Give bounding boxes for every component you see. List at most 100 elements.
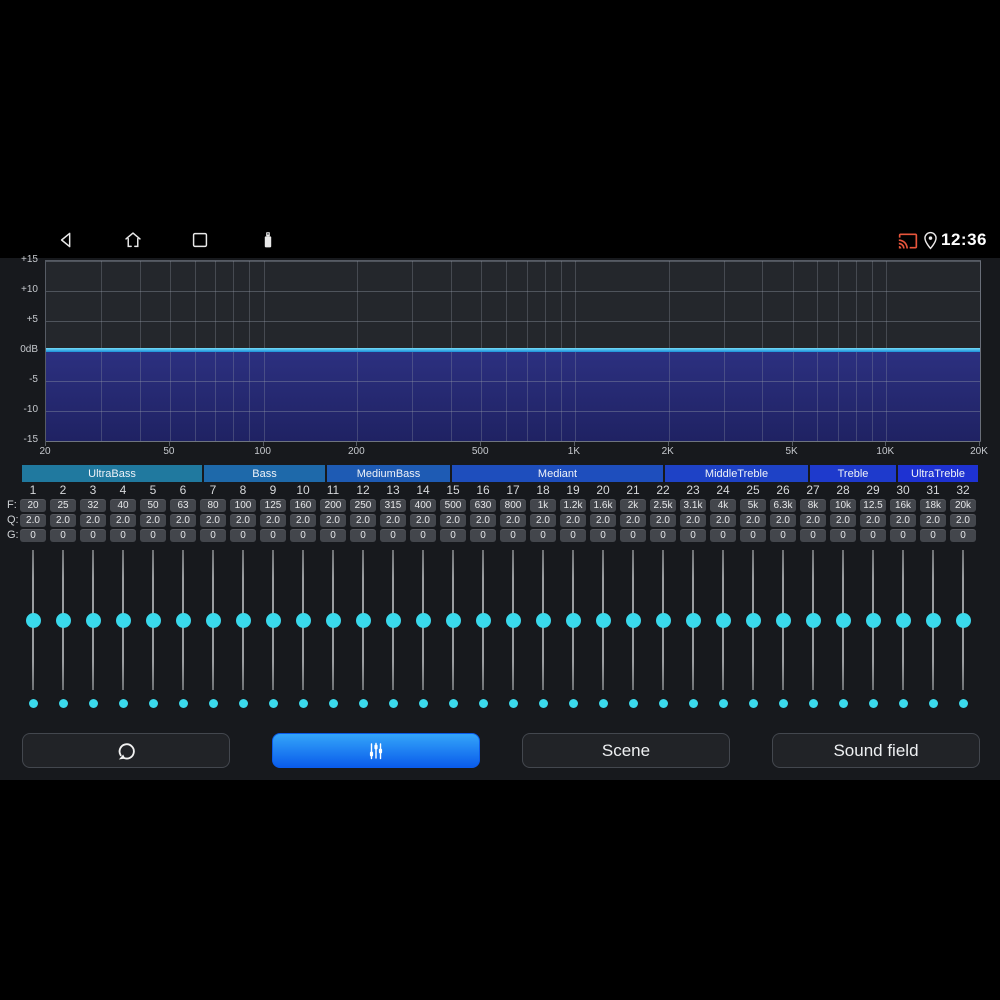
gain-slider-knob[interactable] xyxy=(805,612,821,628)
band-freq-value[interactable]: 500 xyxy=(440,499,466,512)
band-q-value[interactable]: 2.0 xyxy=(20,514,46,527)
band-freq-value[interactable]: 1.2k xyxy=(560,499,586,512)
band-q-value[interactable]: 2.0 xyxy=(620,514,646,527)
band-gain-value[interactable]: 0 xyxy=(80,529,106,542)
home-icon[interactable] xyxy=(122,229,144,251)
band-q-value[interactable]: 2.0 xyxy=(560,514,586,527)
band-freq-value[interactable]: 2.5k xyxy=(650,499,676,512)
band-gain-value[interactable]: 0 xyxy=(440,529,466,542)
band-gain-value[interactable]: 0 xyxy=(920,529,946,542)
band-q-value[interactable]: 2.0 xyxy=(650,514,676,527)
band-gain-value[interactable]: 0 xyxy=(410,529,436,542)
band-freq-value[interactable]: 315 xyxy=(380,499,406,512)
band-q-value[interactable]: 2.0 xyxy=(140,514,166,527)
band-freq-value[interactable]: 3.1k xyxy=(680,499,706,512)
band-gain-value[interactable]: 0 xyxy=(470,529,496,542)
band-q-value[interactable]: 2.0 xyxy=(440,514,466,527)
band-freq-value[interactable]: 6.3k xyxy=(770,499,796,512)
band-q-value[interactable]: 2.0 xyxy=(470,514,496,527)
band-freq-value[interactable]: 800 xyxy=(500,499,526,512)
band-gain-value[interactable]: 0 xyxy=(20,529,46,542)
band-q-value[interactable]: 2.0 xyxy=(410,514,436,527)
band-gain-value[interactable]: 0 xyxy=(200,529,226,542)
gain-slider-knob[interactable] xyxy=(475,612,491,628)
band-q-value[interactable]: 2.0 xyxy=(950,514,976,527)
band-gain-value[interactable]: 0 xyxy=(950,529,976,542)
band-gain-value[interactable]: 0 xyxy=(320,529,346,542)
band-gain-value[interactable]: 0 xyxy=(680,529,706,542)
band-gain-value[interactable]: 0 xyxy=(50,529,76,542)
gain-slider-knob[interactable] xyxy=(445,612,461,628)
equalizer-button[interactable] xyxy=(272,733,480,768)
band-gain-value[interactable]: 0 xyxy=(350,529,376,542)
gain-slider-knob[interactable] xyxy=(655,612,671,628)
band-gain-value[interactable]: 0 xyxy=(380,529,406,542)
band-gain-value[interactable]: 0 xyxy=(170,529,196,542)
gain-slider-knob[interactable] xyxy=(715,612,731,628)
band-q-value[interactable]: 2.0 xyxy=(110,514,136,527)
band-q-value[interactable]: 2.0 xyxy=(740,514,766,527)
band-freq-value[interactable]: 4k xyxy=(710,499,736,512)
band-freq-value[interactable]: 63 xyxy=(170,499,196,512)
band-q-value[interactable]: 2.0 xyxy=(290,514,316,527)
band-q-value[interactable]: 2.0 xyxy=(260,514,286,527)
band-freq-value[interactable]: 1.6k xyxy=(590,499,616,512)
usb-drive-icon[interactable] xyxy=(257,229,279,251)
band-gain-value[interactable]: 0 xyxy=(890,529,916,542)
band-gain-value[interactable]: 0 xyxy=(740,529,766,542)
band-gain-value[interactable]: 0 xyxy=(860,529,886,542)
band-q-value[interactable]: 2.0 xyxy=(890,514,916,527)
band-gain-value[interactable]: 0 xyxy=(530,529,556,542)
gain-slider-knob[interactable] xyxy=(175,612,191,628)
band-freq-value[interactable]: 10k xyxy=(830,499,856,512)
gain-slider-knob[interactable] xyxy=(115,612,131,628)
band-freq-value[interactable]: 160 xyxy=(290,499,316,512)
band-q-value[interactable]: 2.0 xyxy=(200,514,226,527)
gain-slider-knob[interactable] xyxy=(685,612,701,628)
gain-slider-knob[interactable] xyxy=(385,612,401,628)
band-freq-value[interactable]: 16k xyxy=(890,499,916,512)
band-q-value[interactable]: 2.0 xyxy=(920,514,946,527)
band-q-value[interactable]: 2.0 xyxy=(680,514,706,527)
gain-slider-knob[interactable] xyxy=(865,612,881,628)
scene-button[interactable]: Scene xyxy=(522,733,730,768)
band-gain-value[interactable]: 0 xyxy=(770,529,796,542)
gain-slider-knob[interactable] xyxy=(265,612,281,628)
band-gain-value[interactable]: 0 xyxy=(650,529,676,542)
band-q-value[interactable]: 2.0 xyxy=(500,514,526,527)
gain-slider-knob[interactable] xyxy=(535,612,551,628)
band-gain-value[interactable]: 0 xyxy=(560,529,586,542)
gain-slider-knob[interactable] xyxy=(205,612,221,628)
gain-slider-knob[interactable] xyxy=(925,612,941,628)
gain-slider-knob[interactable] xyxy=(565,612,581,628)
band-freq-value[interactable]: 18k xyxy=(920,499,946,512)
gain-slider-knob[interactable] xyxy=(25,612,41,628)
band-gain-value[interactable]: 0 xyxy=(830,529,856,542)
band-gain-value[interactable]: 0 xyxy=(710,529,736,542)
reset-button[interactable] xyxy=(22,733,230,768)
gain-slider-knob[interactable] xyxy=(55,612,71,628)
band-gain-value[interactable]: 0 xyxy=(230,529,256,542)
gain-slider-knob[interactable] xyxy=(415,612,431,628)
band-q-value[interactable]: 2.0 xyxy=(860,514,886,527)
band-gain-value[interactable]: 0 xyxy=(500,529,526,542)
band-freq-value[interactable]: 20 xyxy=(20,499,46,512)
gain-slider-knob[interactable] xyxy=(835,612,851,628)
band-q-value[interactable]: 2.0 xyxy=(80,514,106,527)
band-q-value[interactable]: 2.0 xyxy=(350,514,376,527)
band-q-value[interactable]: 2.0 xyxy=(590,514,616,527)
band-freq-value[interactable]: 50 xyxy=(140,499,166,512)
band-freq-value[interactable]: 5k xyxy=(740,499,766,512)
band-q-value[interactable]: 2.0 xyxy=(230,514,256,527)
band-gain-value[interactable]: 0 xyxy=(140,529,166,542)
band-freq-value[interactable]: 40 xyxy=(110,499,136,512)
band-gain-value[interactable]: 0 xyxy=(620,529,646,542)
gain-slider-knob[interactable] xyxy=(145,612,161,628)
band-freq-value[interactable]: 2k xyxy=(620,499,646,512)
band-q-value[interactable]: 2.0 xyxy=(380,514,406,527)
gain-slider-knob[interactable] xyxy=(895,612,911,628)
gain-slider-knob[interactable] xyxy=(625,612,641,628)
gain-slider-knob[interactable] xyxy=(775,612,791,628)
band-q-value[interactable]: 2.0 xyxy=(800,514,826,527)
band-freq-value[interactable]: 100 xyxy=(230,499,256,512)
